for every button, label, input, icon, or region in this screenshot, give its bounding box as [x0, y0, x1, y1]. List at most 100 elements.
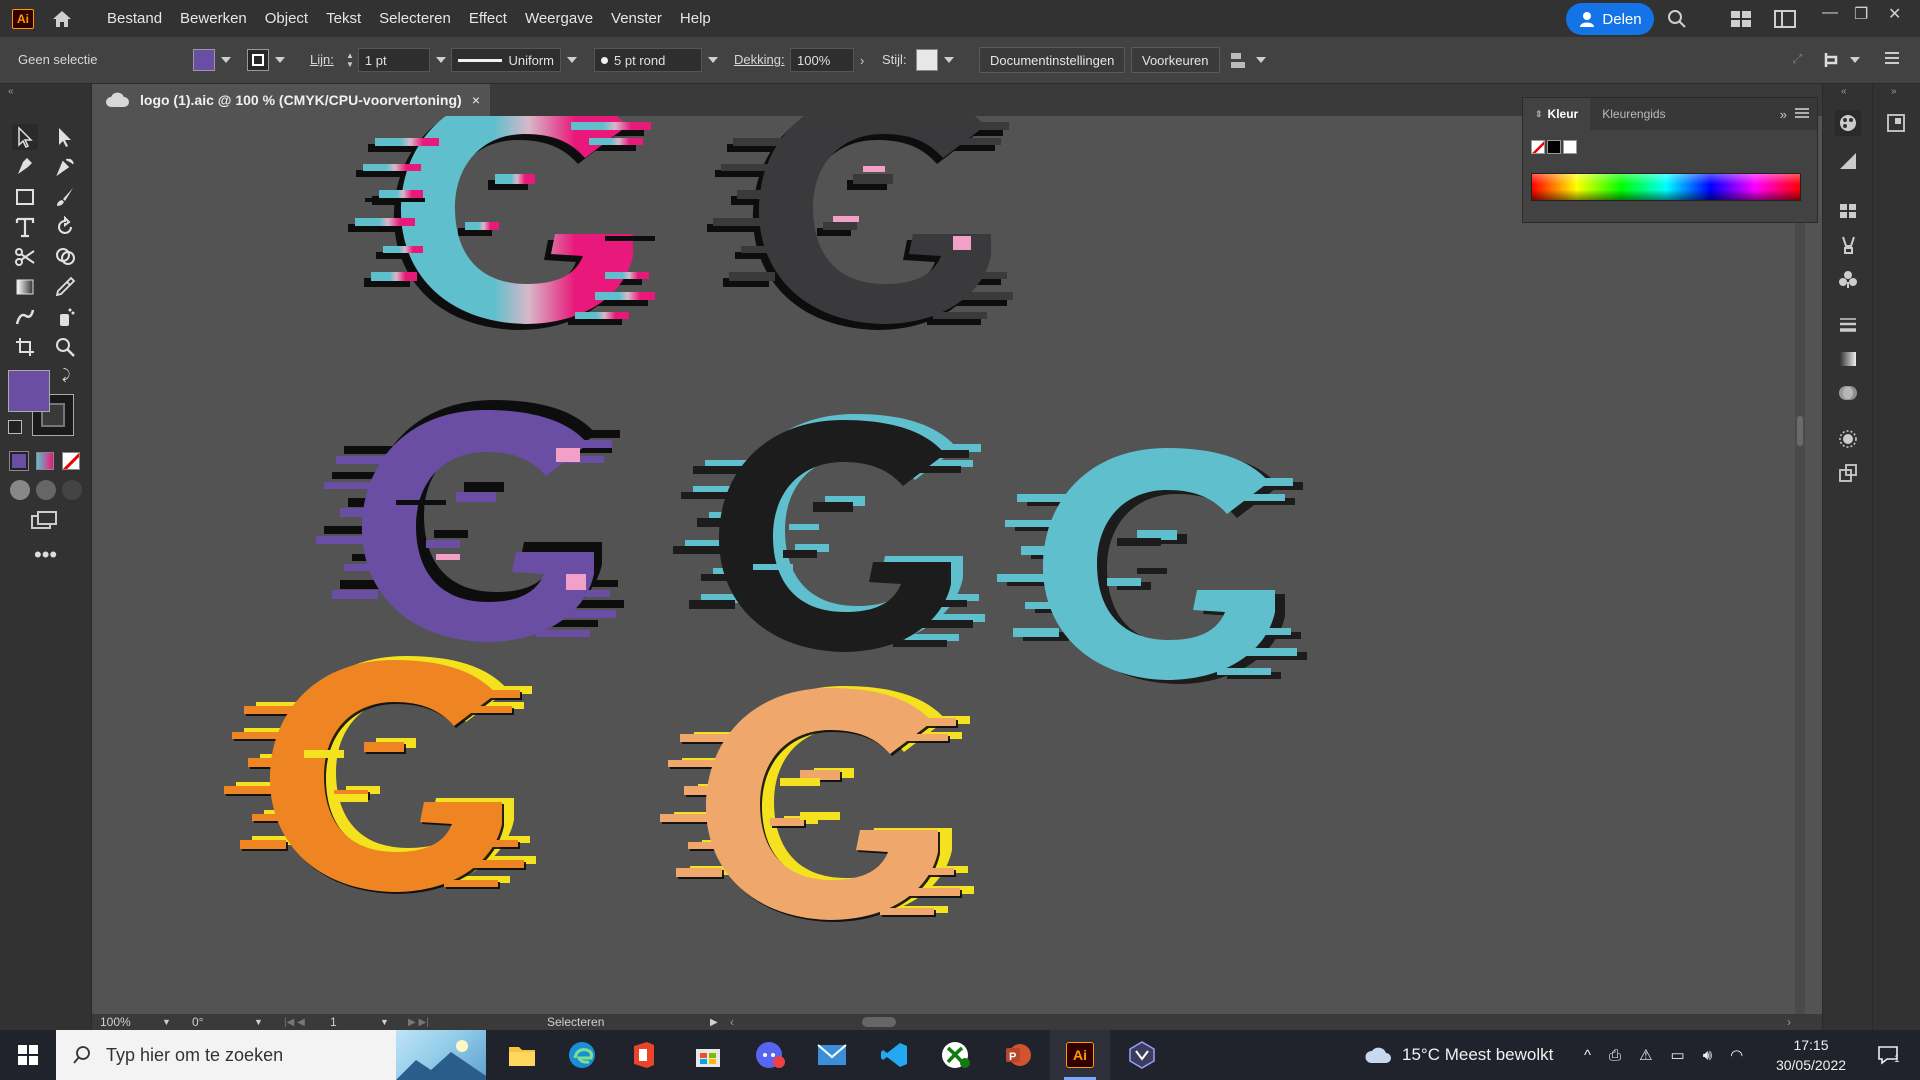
glitch-logo-cyan[interactable]	[997, 448, 1297, 680]
zoom-tool-icon[interactable]	[52, 334, 78, 360]
shape-builder-tool-icon[interactable]	[52, 244, 78, 270]
direct-selection-tool-icon[interactable]	[52, 124, 78, 150]
panel-toggle-icon[interactable]	[1772, 6, 1798, 32]
stroke-weight-field[interactable]: 1 pt	[357, 48, 430, 72]
battery-icon[interactable]: ▭	[1671, 1046, 1685, 1064]
white-swatch[interactable]	[1563, 140, 1577, 154]
chevron-down-icon[interactable]	[1850, 57, 1860, 63]
scroll-left-icon[interactable]: ‹	[730, 1014, 734, 1030]
chevron-down-icon[interactable]	[1256, 57, 1266, 63]
curvature-tool-icon[interactable]	[52, 154, 78, 180]
clock[interactable]: 17:15 30/05/2022	[1776, 1030, 1846, 1080]
control-menu-icon[interactable]	[1884, 51, 1900, 65]
menu-bestand[interactable]: Bestand	[98, 10, 171, 27]
vertical-scrollbar[interactable]	[1795, 116, 1805, 1014]
symbols-panel-icon[interactable]	[1835, 266, 1861, 292]
brushes-panel-icon[interactable]	[1835, 232, 1861, 258]
brush-field[interactable]: 5 pt rond	[594, 48, 702, 72]
menu-selecteren[interactable]: Selecteren	[370, 10, 460, 27]
color-spectrum[interactable]	[1531, 173, 1801, 201]
powerpoint-icon[interactable]: P	[988, 1030, 1048, 1080]
transform-panel-icon[interactable]	[1835, 460, 1861, 486]
symbol-sprayer-tool-icon[interactable]	[52, 304, 78, 330]
wifi-icon[interactable]: ◠	[1730, 1046, 1743, 1064]
rotation-value[interactable]: 0°	[192, 1014, 203, 1030]
rectangle-tool-icon[interactable]	[12, 184, 38, 210]
gradient-tool-icon[interactable]	[12, 274, 38, 300]
paintbrush-tool-icon[interactable]	[52, 184, 78, 210]
last-artboard-icon[interactable]: ▶ ▶|	[408, 1014, 429, 1030]
default-colors-icon[interactable]	[8, 420, 22, 434]
menu-object[interactable]: Object	[256, 10, 317, 27]
color-mode-icon[interactable]	[9, 451, 29, 471]
black-swatch[interactable]	[1547, 140, 1561, 154]
chevron-down-icon[interactable]: ▼	[162, 1014, 171, 1030]
stroke-weight-stepper[interactable]: ▲ ▼	[346, 51, 354, 69]
microsoft-store-icon[interactable]	[678, 1030, 738, 1080]
glitch-logo-peach[interactable]	[660, 688, 960, 920]
show-hidden-icons-icon[interactable]: ^	[1584, 1047, 1591, 1064]
chevron-right-icon[interactable]: ›	[860, 53, 864, 68]
blend-tool-icon[interactable]	[12, 304, 38, 330]
notification-center-icon[interactable]: 1	[1868, 1030, 1908, 1080]
color-guide-icon[interactable]	[1835, 148, 1861, 174]
discord-icon[interactable]	[740, 1030, 800, 1080]
security-icon[interactable]: ⚠	[1639, 1046, 1652, 1064]
brush-control[interactable]: 5 pt rond	[594, 48, 718, 72]
chevron-down-icon[interactable]	[944, 57, 954, 63]
properties-panel-icon[interactable]	[1883, 110, 1909, 136]
collapse-dock-icon[interactable]: »	[1891, 86, 1897, 97]
scissors-tool-icon[interactable]	[12, 244, 38, 270]
minimize-icon[interactable]: —	[1822, 4, 1838, 22]
selection-tool-icon[interactable]	[12, 124, 38, 150]
gradient-panel-icon[interactable]	[1835, 346, 1861, 372]
collapse-toolbar-icon[interactable]: «	[8, 86, 14, 97]
close-window-icon[interactable]: ✕	[1888, 4, 1901, 24]
stroke-color-swatch[interactable]	[247, 49, 269, 71]
style-swatch[interactable]	[916, 49, 938, 71]
panel-expand-icon[interactable]: ⇕	[1535, 109, 1543, 120]
office-icon[interactable]	[614, 1030, 674, 1080]
vertical-scroll-thumb[interactable]	[1797, 416, 1803, 446]
stroke-weight-control[interactable]: ▲ ▼ 1 pt	[346, 48, 446, 72]
transparency-panel-icon[interactable]	[1835, 380, 1861, 406]
workspace-layout-icon[interactable]	[1728, 6, 1754, 32]
chevron-down-icon[interactable]: ▼	[254, 1014, 263, 1030]
chevron-down-icon[interactable]	[221, 57, 231, 63]
start-button[interactable]	[0, 1030, 56, 1080]
menu-help[interactable]: Help	[671, 10, 720, 27]
tab-kleur[interactable]: ⇕ Kleur	[1523, 98, 1591, 130]
chevron-down-icon[interactable]	[708, 57, 718, 63]
appearance-panel-icon[interactable]	[1835, 426, 1861, 452]
draw-inside-icon[interactable]	[62, 480, 82, 500]
stroke-swatch-control[interactable]	[247, 49, 285, 71]
fill-color-box[interactable]	[8, 370, 50, 412]
collapse-dock-icon[interactable]: «	[1841, 86, 1847, 97]
collapse-panel-icon[interactable]: »	[1780, 107, 1787, 122]
tab-kleurengids[interactable]: Kleurengids	[1590, 98, 1677, 130]
vpn-app-icon[interactable]	[1112, 1030, 1172, 1080]
menu-bewerken[interactable]: Bewerken	[171, 10, 256, 27]
more-tools-icon[interactable]: •••	[34, 544, 57, 566]
stroke-profile-control[interactable]: Uniform	[451, 48, 577, 72]
mail-icon[interactable]	[802, 1030, 862, 1080]
horizontal-scroll-thumb[interactable]	[862, 1017, 896, 1027]
device-icon[interactable]: ⎙	[1609, 1047, 1621, 1064]
weather-text[interactable]: 15°C Meest bewolkt	[1402, 1045, 1553, 1065]
close-tab-icon[interactable]: ×	[472, 92, 480, 108]
gradient-mode-icon[interactable]	[36, 452, 54, 470]
preferences-button[interactable]: Voorkeuren	[1131, 47, 1220, 73]
draw-behind-icon[interactable]	[36, 480, 56, 500]
color-panel-icon[interactable]	[1835, 110, 1861, 136]
play-icon[interactable]: ▶	[710, 1014, 718, 1030]
draw-normal-icon[interactable]	[10, 480, 30, 500]
type-tool-icon[interactable]	[12, 214, 38, 240]
home-icon[interactable]	[50, 7, 74, 31]
first-artboard-icon[interactable]: |◀ ◀	[284, 1014, 305, 1030]
opacity-control[interactable]: 100% ›	[790, 48, 864, 72]
scroll-right-icon[interactable]: ›	[1787, 1014, 1791, 1030]
glitch-logo-orange[interactable]	[224, 660, 524, 892]
search-icon[interactable]	[1664, 6, 1690, 32]
chevron-down-icon[interactable]	[435, 57, 446, 63]
volume-icon[interactable]: 🔊︎	[1703, 1047, 1712, 1064]
